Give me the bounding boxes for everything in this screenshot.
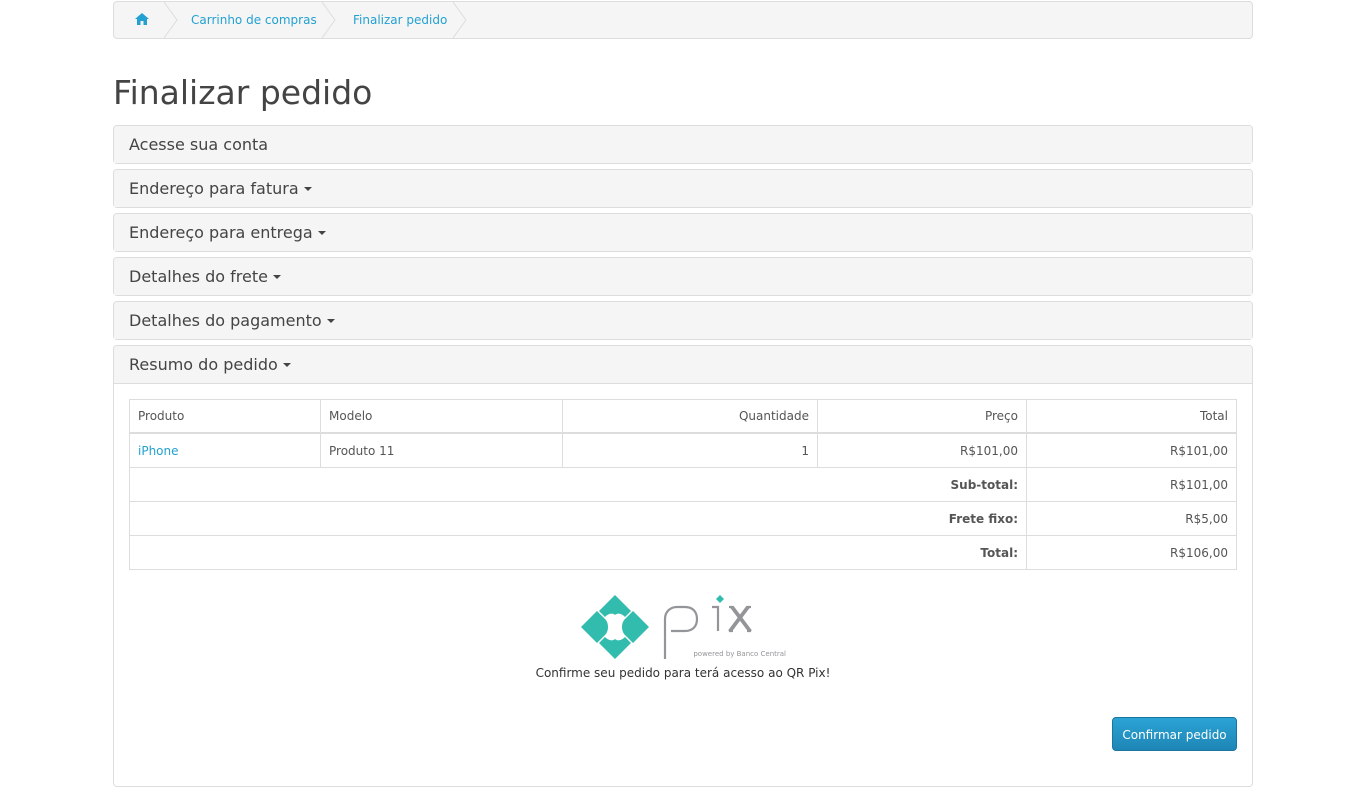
- total-label: Total:: [129, 535, 1027, 570]
- page-title: Finalizar pedido: [113, 73, 373, 112]
- header-total: Total: [1026, 399, 1237, 434]
- panel-summary-heading[interactable]: Resumo do pedido: [114, 346, 1252, 384]
- panel-summary-title: Resumo do pedido: [129, 355, 278, 374]
- header-quantity: Quantidade: [562, 399, 818, 434]
- shipping-label: Frete fixo:: [129, 501, 1027, 536]
- breadcrumb-home[interactable]: [134, 2, 150, 38]
- panel-shipping-method-title: Detalhes do frete: [129, 267, 268, 286]
- caret-down-icon: [326, 318, 335, 323]
- product-price: R$101,00: [817, 432, 1027, 468]
- panel-account-title: Acesse sua conta: [129, 135, 269, 154]
- product-quantity: 1: [562, 432, 818, 468]
- order-summary-table: Produto Modelo Quantidade Preço Total iP…: [129, 399, 1237, 570]
- header-product: Produto: [129, 399, 321, 434]
- caret-down-icon: [303, 186, 312, 191]
- home-icon: [135, 13, 149, 25]
- shipping-row: Frete fixo: R$5,00: [129, 501, 1237, 536]
- breadcrumb-cart[interactable]: Carrinho de compras: [191, 2, 317, 38]
- panel-shipping-address-title: Endereço para entrega: [129, 223, 313, 242]
- shipping-value: R$5,00: [1026, 501, 1237, 536]
- header-model: Modelo: [320, 399, 563, 434]
- breadcrumb-checkout[interactable]: Finalizar pedido: [353, 2, 447, 38]
- subtotal-row: Sub-total: R$101,00: [129, 467, 1237, 502]
- product-total: R$101,00: [1026, 432, 1237, 468]
- breadcrumb-separator: [453, 2, 467, 38]
- header-price: Preço: [817, 399, 1027, 434]
- breadcrumb: Carrinho de compras Finalizar pedido: [113, 1, 1253, 39]
- subtotal-value: R$101,00: [1026, 467, 1237, 502]
- product-model: Produto 11: [320, 432, 563, 468]
- pix-logo: powered by Banco Central: [579, 591, 789, 666]
- panel-payment-title: Detalhes do pagamento: [129, 311, 322, 330]
- total-value: R$106,00: [1026, 535, 1237, 570]
- caret-down-icon: [272, 274, 281, 279]
- panel-shipping-address-heading[interactable]: Endereço para entrega: [114, 214, 1252, 251]
- breadcrumb-separator: [164, 2, 178, 38]
- panel-payment-heading[interactable]: Detalhes do pagamento: [114, 302, 1252, 339]
- panel-shipping-method: Detalhes do frete: [113, 257, 1253, 296]
- pix-logo-graphic: powered by Banco Central: [581, 595, 786, 659]
- panel-billing-heading[interactable]: Endereço para fatura: [114, 170, 1252, 207]
- product-link[interactable]: iPhone: [129, 432, 321, 468]
- panel-account-heading[interactable]: Acesse sua conta: [114, 126, 1252, 163]
- panel-shipping-address: Endereço para entrega: [113, 213, 1253, 252]
- subtotal-label: Sub-total:: [129, 467, 1027, 502]
- caret-down-icon: [317, 230, 326, 235]
- panel-billing-title: Endereço para fatura: [129, 179, 299, 198]
- panel-payment: Detalhes do pagamento: [113, 301, 1253, 340]
- caret-down-icon: [282, 362, 291, 367]
- pix-message: Confirme seu pedido para terá acesso ao …: [535, 666, 831, 680]
- table-header-row: Produto Modelo Quantidade Preço Total: [129, 399, 1237, 434]
- confirm-order-button[interactable]: Confirmar pedido: [1112, 717, 1237, 751]
- panel-shipping-method-heading[interactable]: Detalhes do frete: [114, 258, 1252, 295]
- panel-summary: Resumo do pedido Produto Modelo Quantida…: [113, 345, 1253, 787]
- pix-logo-subtext: powered by Banco Central: [693, 650, 786, 658]
- panel-account: Acesse sua conta: [113, 125, 1253, 164]
- total-row: Total: R$106,00: [129, 535, 1237, 570]
- panel-billing: Endereço para fatura: [113, 169, 1253, 208]
- breadcrumb-separator: [322, 2, 336, 38]
- table-row: iPhone Produto 11 1 R$101,00 R$101,00: [129, 432, 1237, 468]
